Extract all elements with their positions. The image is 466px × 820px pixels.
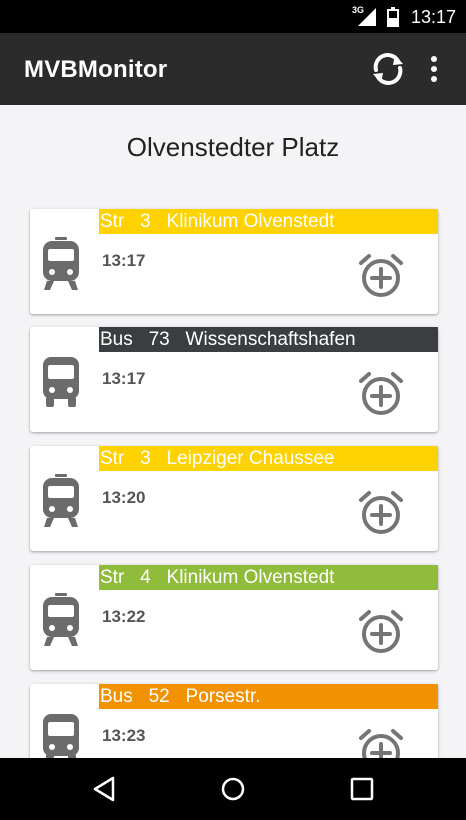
bus-icon (43, 357, 79, 407)
departure-time: 13:20 (102, 488, 146, 507)
app-title: MVBMonitor (24, 56, 168, 83)
more-vert-icon[interactable] (422, 51, 446, 87)
recents-icon[interactable] (345, 772, 379, 806)
departure-card[interactable]: Bus 73 Wissenschaftshafen 13:17 (30, 327, 438, 432)
departure-header: Str 4 Klinikum Olvenstedt (99, 565, 438, 590)
tram-icon (43, 474, 79, 527)
departure-time: 13:22 (102, 607, 146, 626)
departure-card[interactable]: Bus 52 Porsestr. 13:23 (30, 684, 438, 758)
home-icon[interactable] (216, 772, 250, 806)
departure-card[interactable]: Str 3 Klinikum Olvenstedt 13:17 (30, 209, 438, 314)
departure-header: Str 3 Leipziger Chaussee (99, 446, 438, 471)
departure-header: Bus 73 Wissenschaftshafen (99, 327, 438, 352)
status-clock: 13:17 (410, 7, 456, 27)
add-alarm-icon[interactable] (357, 369, 405, 417)
tram-icon (43, 593, 79, 646)
departure-time: 13:17 (102, 369, 146, 388)
departure-card[interactable]: Str 4 Klinikum Olvenstedt 13:22 (30, 565, 438, 670)
departures-view[interactable]: Olvenstedter Platz Str 3 Klinikum Olvens… (0, 105, 466, 758)
departure-time: 13:17 (102, 251, 146, 270)
bus-icon (43, 714, 79, 758)
tram-icon (43, 237, 79, 290)
battery-icon (387, 7, 399, 27)
departure-header: Bus 52 Porsestr. (99, 684, 438, 709)
departure-header: Str 3 Klinikum Olvenstedt (99, 209, 438, 234)
add-alarm-icon[interactable] (357, 726, 405, 758)
add-alarm-icon[interactable] (357, 488, 405, 536)
signal-icon (358, 8, 376, 26)
departure-time: 13:23 (102, 726, 146, 745)
app-bar: MVBMonitor (0, 33, 466, 105)
refresh-icon[interactable] (368, 49, 408, 89)
navigation-bar (0, 758, 466, 820)
status-bar: 3G 13:17 (0, 0, 466, 33)
stop-name: Olvenstedter Platz (126, 132, 340, 162)
departure-card[interactable]: Str 3 Leipziger Chaussee 13:20 (30, 446, 438, 551)
back-icon[interactable] (88, 772, 122, 806)
add-alarm-icon[interactable] (357, 251, 405, 299)
add-alarm-icon[interactable] (357, 607, 405, 655)
